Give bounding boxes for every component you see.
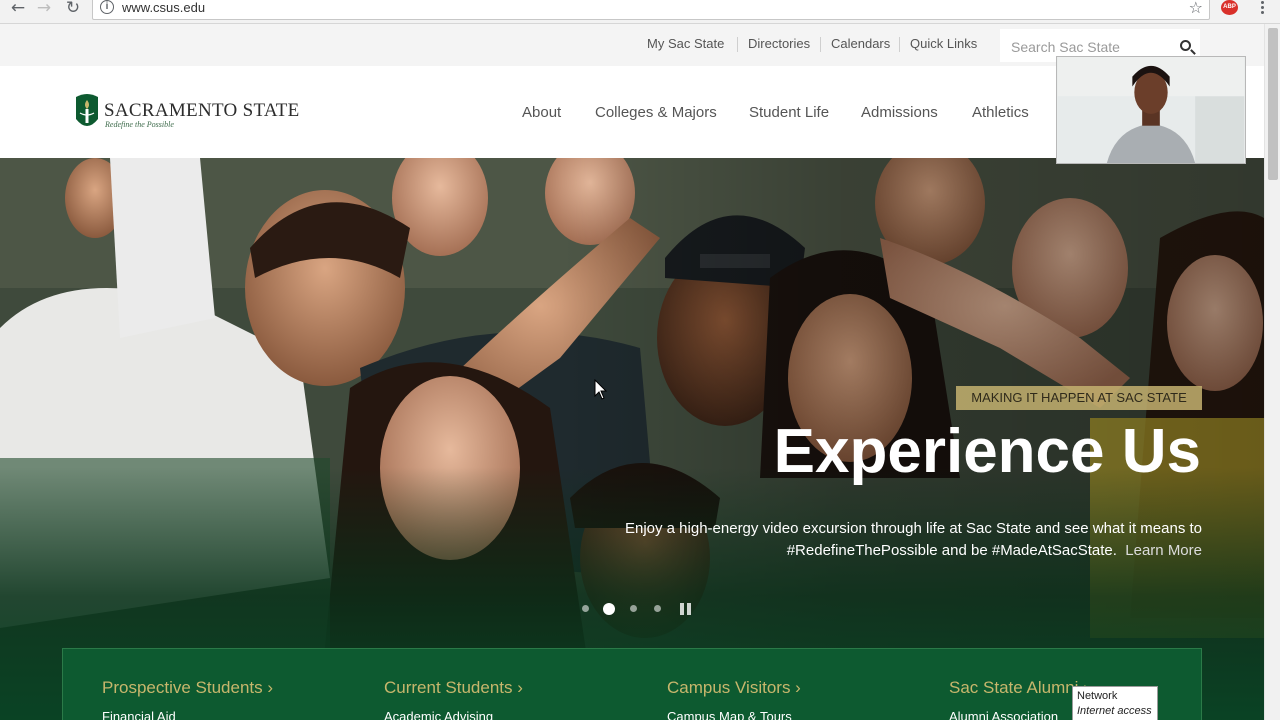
link-alumni-association[interactable]: Alumni Association [949,709,1058,720]
page-scrollbar[interactable] [1264,24,1280,720]
forward-arrow-icon[interactable]: → [34,0,54,17]
audience-links-panel: Prospective Students › Financial Aid Cur… [62,648,1202,720]
carousel-pause-icon[interactable] [680,603,692,615]
link-financial-aid[interactable]: Financial Aid [102,709,176,720]
utility-link-my-sac-state[interactable]: My Sac State [647,36,724,51]
carousel-dot-1[interactable] [582,605,589,612]
bookmark-star-icon[interactable]: ☆ [1189,0,1203,17]
search-input[interactable]: Search Sac State [1011,39,1120,55]
carousel-dot-4[interactable] [654,605,661,612]
reload-icon[interactable]: ↻ [63,0,83,17]
hero-eyebrow-label: MAKING IT HAPPEN AT SAC STATE [956,386,1202,410]
nav-admissions[interactable]: Admissions [861,104,938,121]
logo-tagline: Redefine the Possible [105,120,174,129]
search-icon[interactable] [1180,40,1191,51]
utility-link-directories[interactable]: Directories [748,36,810,51]
nav-colleges-majors[interactable]: Colleges & Majors [595,104,717,121]
hero-headline: Experience Us [773,417,1201,486]
link-academic-advising[interactable]: Academic Advising [384,709,493,720]
hero-carousel: MAKING IT HAPPEN AT SAC STATE Experience… [0,158,1264,720]
tooltip-status: Internet access [1077,705,1152,717]
scrollbar-thumb[interactable] [1268,28,1278,180]
nav-student-life[interactable]: Student Life [749,104,829,121]
network-tooltip: Network Internet access [1072,686,1158,720]
audience-title-prospective-students[interactable]: Prospective Students › [102,678,273,698]
utility-link-quick-links[interactable]: Quick Links [910,36,977,51]
back-arrow-icon[interactable]: ← [8,0,28,17]
carousel-dot-2[interactable] [603,603,615,615]
link-campus-map-tours[interactable]: Campus Map & Tours [667,709,792,720]
hero-description: Enjoy a high-energy video excursion thro… [600,518,1202,562]
audience-title-current-students[interactable]: Current Students › [384,678,523,698]
info-icon[interactable]: i [100,0,114,14]
hero-body-text: Enjoy a high-energy video excursion thro… [624,520,1202,559]
mouse-cursor-icon [594,379,608,400]
browser-toolbar: ← → ↻ i www.csus.edu ☆ ABP [0,0,1280,24]
learn-more-link[interactable]: Learn More [1125,542,1202,559]
utility-divider [820,37,821,52]
audience-title-campus-visitors[interactable]: Campus Visitors › [667,678,801,698]
utility-divider [737,37,738,52]
nav-athletics[interactable]: Athletics [972,104,1029,121]
logo-wordmark[interactable]: SACRAMENTO STATE [104,100,300,122]
carousel-pagination [579,602,699,616]
utility-link-calendars[interactable]: Calendars [831,36,890,51]
nav-about[interactable]: About [522,104,561,121]
tooltip-title: Network [1077,690,1118,702]
browser-menu-icon[interactable] [1254,0,1270,16]
webcam-presenter-video [1056,56,1246,164]
hornet-torch-logo-icon[interactable] [74,93,100,133]
audience-title-sac-state-alumni[interactable]: Sac State Alumni › [949,678,1089,698]
utility-divider [899,37,900,52]
carousel-dot-3[interactable] [630,605,637,612]
adblock-plus-icon[interactable]: ABP [1221,0,1238,15]
address-url[interactable]: www.csus.edu [122,0,205,15]
address-bar[interactable]: i www.csus.edu ☆ [92,0,1210,20]
